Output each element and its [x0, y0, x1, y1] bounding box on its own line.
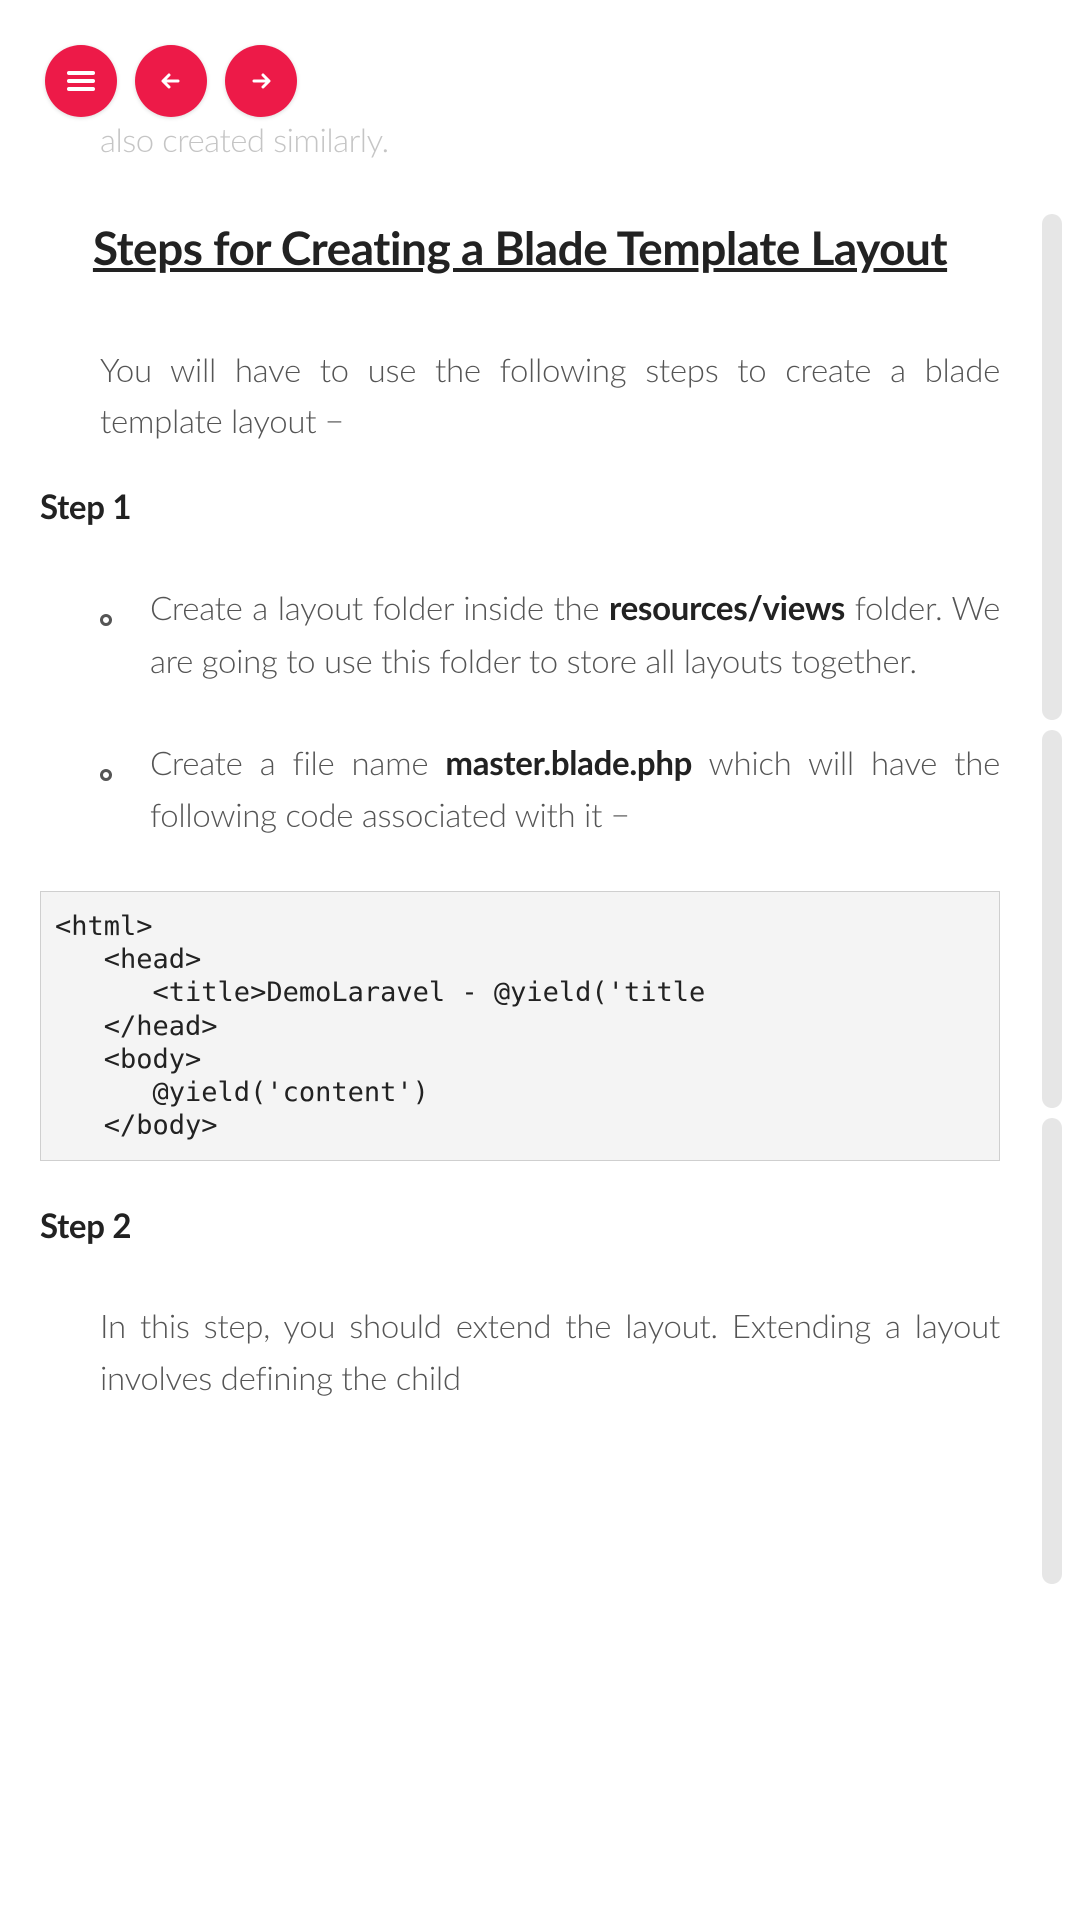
bullet-item-2: Create a file name master.blade.php whic…: [40, 737, 1000, 841]
bullet-icon: [100, 769, 112, 781]
hamburger-icon: [66, 66, 96, 96]
bullet-1-text: Create a layout folder inside the resour…: [150, 582, 1000, 686]
intro-paragraph: You will have to use the following steps…: [40, 345, 1000, 447]
bullet-2-text: Create a file name master.blade.php whic…: [150, 737, 1000, 841]
arrow-left-icon: [156, 66, 186, 96]
section-heading: Steps for Creating a Blade Template Layo…: [60, 220, 980, 275]
cutoff-previous-line: also created similarly.: [40, 120, 1000, 160]
code-block: <html> <head> <title>DemoLaravel - @yiel…: [40, 891, 1000, 1161]
document-body: also created similarly. Steps for Creati…: [0, 0, 1040, 1920]
step-1-label: Step 1: [40, 487, 1000, 527]
step-2-label: Step 2: [40, 1206, 1000, 1246]
arrow-right-icon: [246, 66, 276, 96]
scrollbar-segment[interactable]: [1042, 214, 1062, 720]
bottom-fade-overlay: [0, 1660, 1040, 1920]
scrollbar[interactable]: [1042, 0, 1062, 1720]
bullet-icon: [100, 614, 112, 626]
scrollbar-segment[interactable]: [1042, 1118, 1062, 1584]
scrollbar-segment[interactable]: [1042, 730, 1062, 1108]
back-button[interactable]: [135, 45, 207, 117]
bullet-item-1: Create a layout folder inside the resour…: [40, 582, 1000, 686]
top-nav: [45, 45, 297, 117]
menu-button[interactable]: [45, 45, 117, 117]
step-2-paragraph: In this step, you should extend the layo…: [40, 1301, 1000, 1403]
forward-button[interactable]: [225, 45, 297, 117]
